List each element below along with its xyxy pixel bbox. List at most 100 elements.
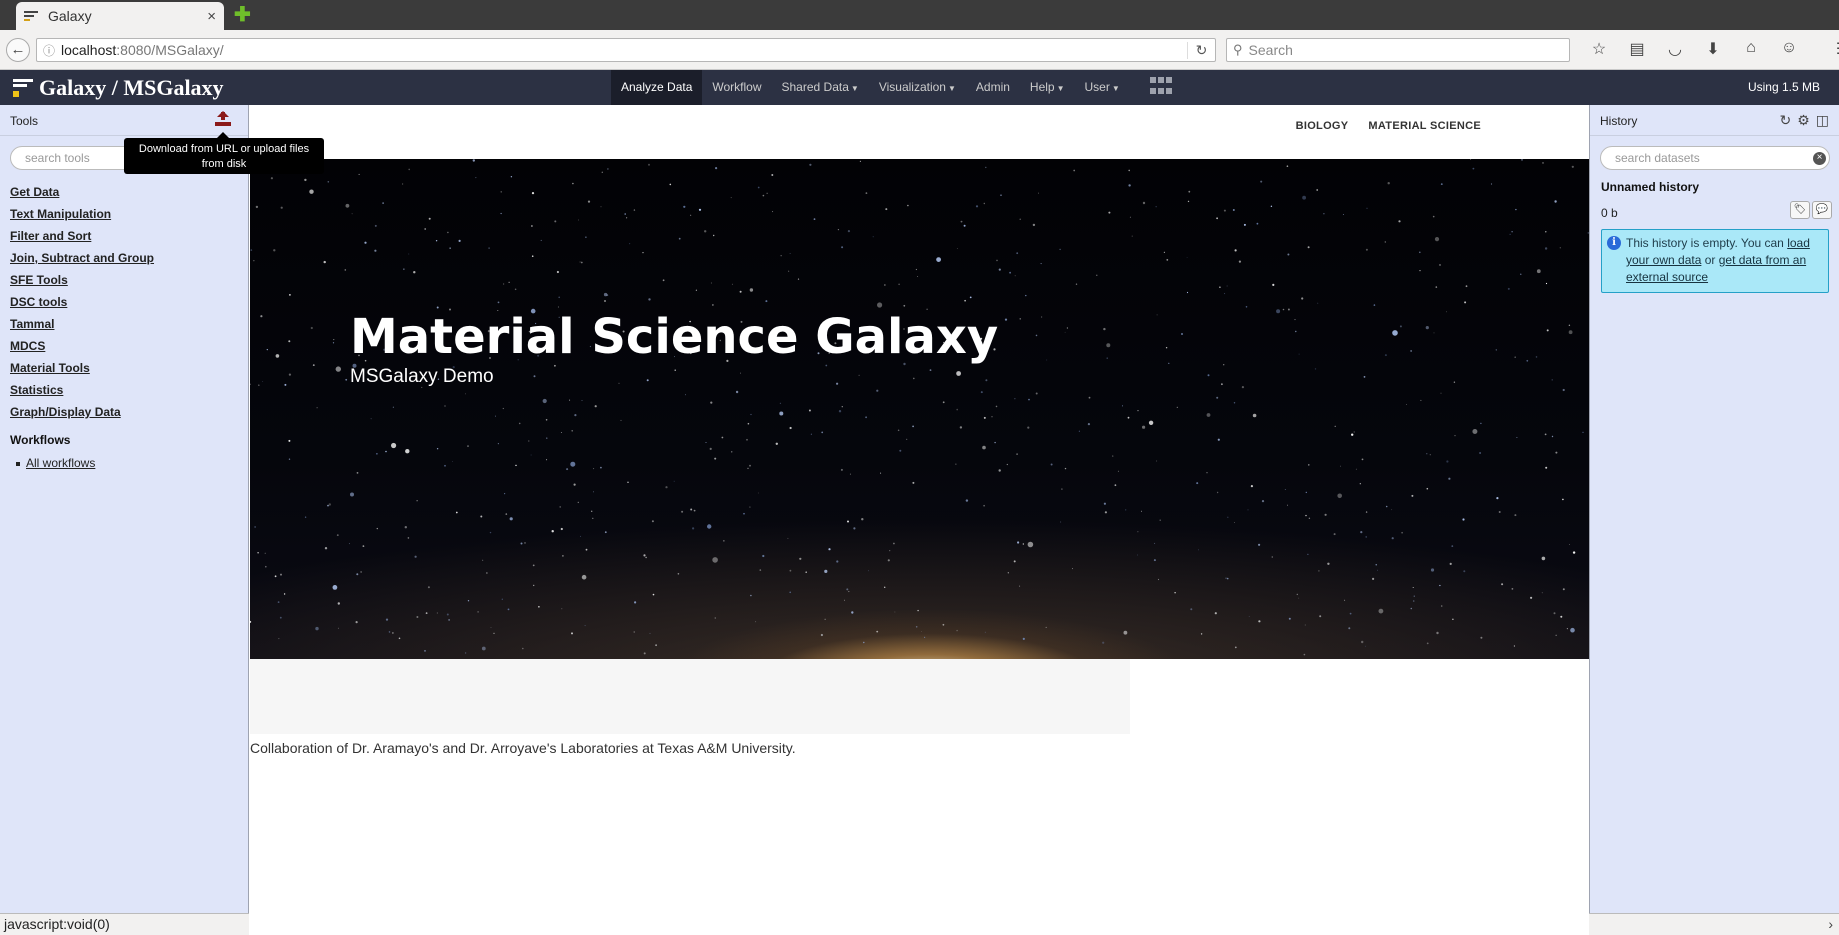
- star: [606, 294, 609, 296]
- gear-icon[interactable]: ⚙: [1797, 112, 1810, 129]
- star: [821, 431, 824, 434]
- star: [1248, 616, 1250, 617]
- star: [648, 163, 650, 166]
- browser-navbar: ← ⓘ localhost:8080/MSGalaxy/ ↻ ⚲ Search …: [0, 30, 1839, 70]
- back-arrow-icon[interactable]: ←: [6, 38, 30, 62]
- star: [982, 445, 986, 450]
- nav-visualization[interactable]: Visualization ▼: [869, 70, 966, 105]
- refresh-icon[interactable]: ↻: [1779, 112, 1791, 129]
- star: [674, 369, 676, 371]
- star: [1544, 433, 1547, 436]
- star: [1014, 275, 1016, 277]
- tool-section-material-tools[interactable]: Material Tools: [10, 357, 154, 379]
- bookmark-star-icon[interactable]: ☆: [1580, 39, 1618, 59]
- tool-section-statistics[interactable]: Statistics: [10, 379, 154, 401]
- tool-section-graph-display-data[interactable]: Graph/Display Data: [10, 401, 154, 423]
- star: [960, 220, 963, 223]
- tool-section-get-data[interactable]: Get Data: [10, 181, 154, 203]
- star: [1392, 330, 1398, 336]
- history-header-icons: ↻ ⚙ ◫: [1773, 112, 1829, 129]
- star: [328, 503, 331, 506]
- star: [1234, 522, 1235, 523]
- tool-section-join-subtract-group[interactable]: Join, Subtract and Group: [10, 247, 154, 269]
- star: [1507, 287, 1510, 290]
- star: [593, 491, 594, 493]
- star: [1337, 493, 1342, 499]
- url-text[interactable]: localhost:8080/MSGalaxy/: [61, 42, 1187, 58]
- nav-shared-data[interactable]: Shared Data ▼: [772, 70, 869, 105]
- tool-section-sfe-tools[interactable]: SFE Tools: [10, 269, 154, 291]
- star: [310, 326, 313, 330]
- nav-workflow[interactable]: Workflow: [702, 70, 771, 105]
- star: [514, 288, 517, 291]
- star: [838, 410, 842, 413]
- downloads-icon[interactable]: ⬇: [1694, 39, 1732, 59]
- new-tab-icon[interactable]: ✚: [234, 5, 251, 25]
- star: [376, 527, 378, 530]
- close-tab-icon[interactable]: ×: [207, 8, 216, 25]
- tool-section-list: Get Data Text Manipulation Filter and So…: [10, 181, 154, 423]
- right-scrollbar[interactable]: ›: [1589, 913, 1839, 935]
- star: [1241, 386, 1244, 389]
- reading-list-icon[interactable]: ▤: [1618, 39, 1656, 59]
- annotation-icon[interactable]: 💬: [1812, 201, 1832, 219]
- star: [1520, 273, 1522, 275]
- material-science-link[interactable]: MATERIAL SCIENCE: [1368, 120, 1481, 132]
- columns-icon[interactable]: ◫: [1816, 112, 1829, 129]
- star: [884, 586, 886, 588]
- emoji-icon[interactable]: ☺: [1770, 39, 1808, 59]
- nav-help[interactable]: Help ▼: [1020, 70, 1075, 105]
- nav-user[interactable]: User ▼: [1075, 70, 1130, 105]
- star: [1128, 169, 1130, 172]
- tool-section-tammal[interactable]: Tammal: [10, 313, 154, 335]
- star: [255, 205, 259, 209]
- nav-admin[interactable]: Admin: [966, 70, 1020, 105]
- star: [1022, 637, 1025, 640]
- star: [757, 492, 759, 494]
- tags-icon[interactable]: 🏷: [1790, 201, 1810, 219]
- star: [1514, 356, 1516, 358]
- star: [762, 194, 765, 197]
- tool-section-dsc-tools[interactable]: DSC tools: [10, 291, 154, 313]
- star: [435, 240, 438, 242]
- star: [266, 349, 268, 351]
- reload-icon[interactable]: ↻: [1187, 41, 1215, 59]
- pocket-icon[interactable]: ◡: [1656, 39, 1694, 59]
- star: [1353, 431, 1355, 433]
- star: [1078, 430, 1080, 432]
- star: [759, 569, 762, 571]
- star: [477, 611, 479, 613]
- star: [482, 559, 484, 561]
- star: [998, 469, 1001, 472]
- all-workflows-link[interactable]: All workflows: [26, 456, 95, 470]
- site-info-icon[interactable]: ⓘ: [37, 42, 61, 59]
- star: [1060, 521, 1062, 523]
- tool-section-text-manipulation[interactable]: Text Manipulation: [10, 203, 154, 225]
- star: [254, 526, 256, 528]
- clear-search-icon[interactable]: ×: [1813, 152, 1826, 165]
- star: [495, 415, 496, 417]
- brand[interactable]: Galaxy / MSGalaxy: [13, 75, 224, 101]
- nav-analyze-data[interactable]: Analyze Data: [611, 70, 703, 105]
- home-icon[interactable]: ⌂: [1732, 39, 1770, 59]
- history-name[interactable]: Unnamed history: [1601, 180, 1699, 194]
- url-bar[interactable]: ⓘ localhost:8080/MSGalaxy/ ↻: [36, 38, 1216, 62]
- tool-section-filter-and-sort[interactable]: Filter and Sort: [10, 225, 154, 247]
- browser-search-field[interactable]: ⚲ Search: [1226, 38, 1570, 62]
- menu-hamburger-icon[interactable]: ☰: [1824, 39, 1839, 59]
- upload-icon[interactable]: [213, 110, 233, 128]
- star: [1555, 634, 1557, 636]
- scratchbook-grid-icon[interactable]: [1150, 77, 1174, 97]
- star: [996, 259, 998, 262]
- star: [467, 600, 470, 602]
- star: [714, 457, 717, 460]
- browser-tab[interactable]: Galaxy ×: [16, 2, 224, 30]
- biology-link[interactable]: BIOLOGY: [1296, 120, 1349, 132]
- star: [1017, 541, 1020, 544]
- tool-section-mdcs[interactable]: MDCS: [10, 335, 154, 357]
- star: [258, 384, 260, 386]
- search-datasets-input[interactable]: search datasets: [1600, 146, 1830, 170]
- star: [1250, 485, 1253, 488]
- star: [789, 426, 792, 430]
- chevron-right-icon[interactable]: ›: [1828, 916, 1833, 932]
